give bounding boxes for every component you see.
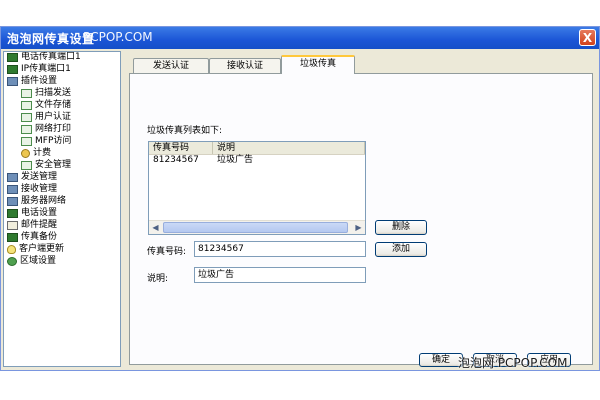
tree-item-label: 邮件提醒 bbox=[21, 220, 58, 230]
computer-icon bbox=[7, 173, 18, 182]
title-watermark: PCPOP.COM bbox=[83, 30, 153, 44]
scroll-thumb[interactable] bbox=[163, 222, 348, 233]
tree-item-label: 用户认证 bbox=[35, 112, 72, 122]
tree-item-plugins[interactable]: 插件设置 bbox=[7, 76, 57, 87]
document-icon bbox=[21, 125, 32, 134]
tree-item-network-print[interactable]: 网络打印 bbox=[21, 124, 71, 135]
junk-fax-list[interactable]: 传真号码 说明 81234567 垃圾广告 ◀ ▶ bbox=[148, 141, 366, 235]
tree-item-user-auth[interactable]: 用户认证 bbox=[21, 112, 71, 123]
cell-fax-number: 81234567 bbox=[153, 155, 199, 165]
ok-button[interactable]: 确定 bbox=[419, 353, 463, 367]
document-icon bbox=[21, 137, 32, 146]
tree-item-label: 网络打印 bbox=[35, 124, 72, 134]
content-area: 发送认证 接收认证 垃圾传真 垃圾传真列表如下: 传真号码 说明 8123456… bbox=[125, 51, 595, 367]
list-header: 传真号码 说明 bbox=[149, 142, 365, 155]
window-title: 泡泡网传真设置 bbox=[7, 32, 95, 46]
tree-item-label: 电话设置 bbox=[21, 208, 58, 218]
fax-number-label: 传真号码: bbox=[147, 247, 187, 257]
tree-item-phone-settings[interactable]: 电话设置 bbox=[7, 208, 57, 219]
key-icon bbox=[21, 149, 30, 158]
close-button[interactable]: X bbox=[579, 29, 596, 46]
scroll-left-icon[interactable]: ◀ bbox=[149, 221, 162, 234]
document-icon bbox=[21, 89, 32, 98]
mail-icon bbox=[7, 221, 18, 230]
junk-fax-panel: 垃圾传真列表如下: 传真号码 说明 81234567 垃圾广告 ◀ ▶ 删除 传… bbox=[129, 73, 593, 365]
plugin-icon bbox=[7, 77, 18, 86]
phone-icon bbox=[7, 209, 18, 218]
table-row[interactable]: 81234567 垃圾广告 bbox=[149, 155, 365, 166]
horizontal-scrollbar[interactable]: ◀ ▶ bbox=[149, 220, 365, 234]
tree-item-label: 计费 bbox=[33, 148, 52, 158]
tree-item-server-network[interactable]: 服务器网络 bbox=[7, 196, 66, 207]
column-header-fax-number[interactable]: 传真号码 bbox=[149, 142, 213, 154]
tree-item-ip-fax-port[interactable]: IP传真端口1 bbox=[7, 64, 71, 75]
add-button[interactable]: 添加 bbox=[375, 242, 427, 257]
modem-icon bbox=[7, 53, 18, 62]
tree-item-label: IP传真端口1 bbox=[21, 64, 71, 74]
tree-item-mail-alert[interactable]: 邮件提醒 bbox=[7, 220, 57, 231]
tree-item-label: 安全管理 bbox=[35, 160, 72, 170]
network-icon bbox=[7, 197, 18, 206]
tree-item-file-storage[interactable]: 文件存储 bbox=[21, 100, 71, 111]
tree-item-fax-port[interactable]: 电话传真端口1 bbox=[7, 52, 81, 63]
tree-item-client-update[interactable]: 客户端更新 bbox=[7, 244, 64, 255]
cell-description: 垃圾广告 bbox=[217, 155, 254, 165]
document-icon bbox=[21, 101, 32, 110]
scroll-right-icon[interactable]: ▶ bbox=[352, 221, 365, 234]
tree-item-receive-management[interactable]: 接收管理 bbox=[7, 184, 57, 195]
settings-window: 泡泡网传真设置 PCPOP.COM X 电话传真端口1 IP传真端口1 插件设置… bbox=[0, 26, 600, 371]
title-bar[interactable]: 泡泡网传真设置 PCPOP.COM X bbox=[1, 27, 599, 49]
tree-item-security[interactable]: 安全管理 bbox=[21, 160, 71, 171]
tree-item-label: 文件存储 bbox=[35, 100, 72, 110]
fax-number-input[interactable]: 81234567 bbox=[194, 241, 366, 257]
tree-item-label: 插件设置 bbox=[21, 76, 58, 86]
description-input[interactable]: 垃圾广告 bbox=[194, 267, 366, 283]
settings-tree[interactable]: 电话传真端口1 IP传真端口1 插件设置 扫描发送 文件存储 用户认证 网络打印 bbox=[3, 51, 121, 367]
column-header-description[interactable]: 说明 bbox=[213, 142, 365, 154]
tree-item-label: 扫描发送 bbox=[35, 88, 72, 98]
tree-item-label: 客户端更新 bbox=[19, 244, 65, 254]
tree-item-label: 电话传真端口1 bbox=[21, 52, 81, 62]
tree-item-label: MFP访问 bbox=[35, 136, 72, 146]
tree-item-label: 发送管理 bbox=[21, 172, 58, 182]
tree-item-send-management[interactable]: 发送管理 bbox=[7, 172, 57, 183]
tree-item-label: 服务器网络 bbox=[21, 196, 67, 206]
tree-item-region-settings[interactable]: 区域设置 bbox=[7, 256, 56, 267]
tab-junk-fax[interactable]: 垃圾传真 bbox=[281, 55, 355, 74]
tree-item-billing[interactable]: 计费 bbox=[21, 148, 51, 159]
tree-item-fax-backup[interactable]: 传真备份 bbox=[7, 232, 57, 243]
modem-icon bbox=[7, 65, 18, 74]
backup-icon bbox=[7, 233, 18, 242]
list-caption: 垃圾传真列表如下: bbox=[147, 126, 223, 136]
document-icon bbox=[21, 113, 32, 122]
document-icon bbox=[21, 161, 32, 170]
tab-receive-auth[interactable]: 接收认证 bbox=[209, 58, 281, 73]
tree-item-mfp-access[interactable]: MFP访问 bbox=[21, 136, 71, 147]
globe-icon bbox=[7, 257, 17, 266]
delete-button[interactable]: 删除 bbox=[375, 220, 427, 235]
watermark: 泡泡网 PCPOP.COM bbox=[458, 356, 568, 370]
tree-item-scan-send[interactable]: 扫描发送 bbox=[21, 88, 71, 99]
bulb-icon bbox=[7, 245, 16, 254]
tree-item-label: 传真备份 bbox=[21, 232, 58, 242]
computer-icon bbox=[7, 185, 18, 194]
tree-item-label: 区域设置 bbox=[20, 256, 57, 266]
tree-item-label: 接收管理 bbox=[21, 184, 58, 194]
tab-send-auth[interactable]: 发送认证 bbox=[133, 58, 209, 73]
description-label: 说明: bbox=[147, 274, 169, 284]
